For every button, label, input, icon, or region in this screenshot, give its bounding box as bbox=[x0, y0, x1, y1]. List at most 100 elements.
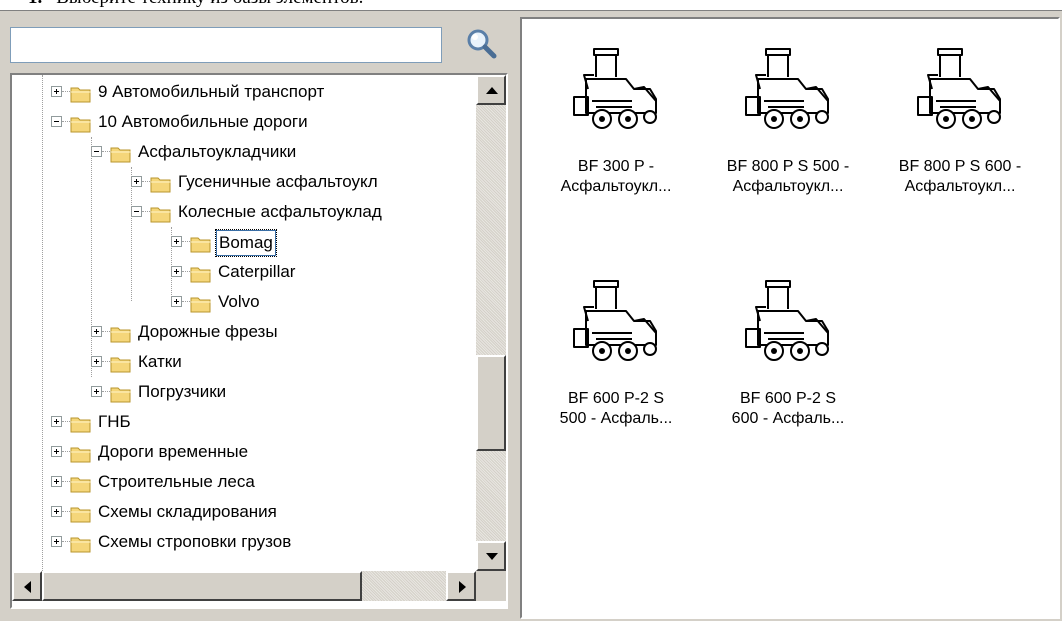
tree-node-label[interactable]: Схемы складирования bbox=[96, 497, 279, 527]
tree-node-label[interactable]: Колесные асфальтоуклад bbox=[176, 197, 384, 227]
tree-node[interactable]: 10 Автомобильные дороги bbox=[12, 107, 474, 137]
expand-icon[interactable] bbox=[51, 506, 62, 517]
expand-icon[interactable] bbox=[51, 536, 62, 547]
element-tile[interactable]: BF 600 P-2 S 500 - Асфаль... bbox=[530, 271, 702, 431]
tree-node[interactable]: Дороги временные bbox=[12, 437, 474, 467]
folder-icon bbox=[190, 293, 212, 313]
asphalt-paver-icon bbox=[573, 280, 657, 361]
expand-icon[interactable] bbox=[171, 266, 182, 277]
element-tile-label-line1: BF 800 P S 600 - bbox=[898, 158, 1022, 175]
tree-node[interactable]: Колесные асфальтоуклад bbox=[12, 197, 474, 227]
tree-node-label[interactable]: Асфальтоукладчики bbox=[136, 137, 298, 167]
expand-icon[interactable] bbox=[91, 386, 102, 397]
expand-icon[interactable] bbox=[91, 356, 102, 367]
scroll-thumb-horizontal[interactable] bbox=[42, 571, 362, 601]
tree-node[interactable]: ГНБ bbox=[12, 407, 474, 437]
tree-node[interactable]: Катки bbox=[12, 347, 474, 377]
tree-node[interactable]: 9 Автомобильный транспорт bbox=[12, 77, 474, 107]
tree-node-label[interactable]: Bomag bbox=[215, 229, 277, 257]
asphalt-paver-icon bbox=[573, 48, 657, 129]
folder-icon bbox=[70, 113, 92, 133]
tree-horizontal-scrollbar[interactable] bbox=[12, 571, 476, 601]
asphalt-paver-icon bbox=[745, 280, 829, 361]
expand-icon[interactable] bbox=[51, 86, 62, 97]
tree-node-label[interactable]: Дороги временные bbox=[96, 437, 250, 467]
element-tile-label: BF 600 P-2 S 500 - Асфаль... bbox=[530, 389, 702, 429]
tree-node-label[interactable]: Дорожные фрезы bbox=[136, 317, 280, 347]
collapse-icon[interactable] bbox=[51, 116, 62, 127]
pane-splitter[interactable] bbox=[512, 11, 520, 621]
expand-icon[interactable] bbox=[171, 296, 182, 307]
tree-node-label[interactable]: 10 Автомобильные дороги bbox=[96, 107, 310, 137]
tree-node[interactable]: Схемы складирования bbox=[12, 497, 474, 527]
tree-node[interactable]: Caterpillar bbox=[12, 257, 474, 287]
tree-node[interactable]: Гусеничные асфальтоукл bbox=[12, 167, 474, 197]
folder-icon bbox=[190, 233, 212, 253]
asphalt-paver-icon bbox=[702, 39, 874, 139]
folder-icon bbox=[150, 203, 172, 223]
scroll-thumb-vertical[interactable] bbox=[476, 355, 506, 451]
folder-icon bbox=[110, 323, 132, 343]
element-tile-label: BF 800 P S 500 - Асфальтоукл... bbox=[702, 157, 874, 197]
scrollbar-corner bbox=[476, 571, 506, 601]
scroll-right-button[interactable] bbox=[446, 571, 476, 601]
tree-vertical-scrollbar[interactable] bbox=[476, 75, 506, 571]
element-tile-label: BF 600 P-2 S 600 - Асфаль... bbox=[702, 389, 874, 429]
folder-icon bbox=[70, 473, 92, 493]
scroll-down-button[interactable] bbox=[476, 541, 506, 571]
tree-node-label[interactable]: ГНБ bbox=[96, 407, 133, 437]
expand-icon[interactable] bbox=[51, 416, 62, 427]
tree-node-label[interactable]: Caterpillar bbox=[216, 257, 297, 287]
collapse-icon[interactable] bbox=[131, 206, 142, 217]
step-text: Выберите технику из базы элементов. bbox=[56, 0, 363, 8]
collapse-icon[interactable] bbox=[91, 146, 102, 157]
tree-guide-line bbox=[131, 167, 132, 301]
tree-node[interactable]: Volvo bbox=[12, 287, 474, 317]
folder-icon bbox=[70, 83, 92, 103]
folder-icon bbox=[110, 383, 132, 403]
folder-icon bbox=[70, 503, 92, 523]
element-tile-label-line2: Асфальтоукл... bbox=[560, 178, 672, 195]
tree-node-label[interactable]: Катки bbox=[136, 347, 184, 377]
element-tile[interactable]: BF 300 P - Асфальтоукл... bbox=[530, 39, 702, 199]
asphalt-paver-icon bbox=[530, 271, 702, 371]
tree-node-label[interactable]: Гусеничные асфальтоукл bbox=[176, 167, 380, 197]
search-button[interactable] bbox=[462, 25, 502, 65]
tree-view[interactable]: 9 Автомобильный транспорт 10 Автомобильны… bbox=[12, 75, 474, 571]
expand-icon[interactable] bbox=[51, 476, 62, 487]
tree-node[interactable]: Асфальтоукладчики bbox=[12, 137, 474, 167]
tree-node-label[interactable]: 9 Автомобильный транспорт bbox=[96, 77, 326, 107]
expand-icon[interactable] bbox=[91, 326, 102, 337]
element-tile[interactable]: BF 600 P-2 S 600 - Асфаль... bbox=[702, 271, 874, 431]
element-tile-label-line1: BF 600 P-2 S bbox=[739, 390, 837, 407]
tree-node-label[interactable]: Погрузчики bbox=[136, 377, 228, 407]
element-tile-label: BF 800 P S 600 - Асфальтоукл... bbox=[874, 157, 1046, 197]
magnifier-icon bbox=[467, 29, 497, 59]
expand-icon[interactable] bbox=[51, 446, 62, 457]
folder-icon bbox=[70, 443, 92, 463]
scroll-left-button[interactable] bbox=[12, 571, 42, 601]
element-tile[interactable]: BF 800 P S 500 - Асфальтоукл... bbox=[702, 39, 874, 199]
tree-node-label[interactable]: Схемы строповки грузов bbox=[96, 527, 293, 557]
element-tile[interactable]: BF 800 P S 600 - Асфальтоукл... bbox=[874, 39, 1046, 199]
element-tile-label-line2: Асфальтоукл... bbox=[732, 178, 844, 195]
tree-node[interactable]: Дорожные фрезы bbox=[12, 317, 474, 347]
tree-node[interactable]: Схемы строповки грузов bbox=[12, 527, 474, 557]
category-tree: 9 Автомобильный транспорт 10 Автомобильны… bbox=[10, 73, 508, 609]
element-tile-label-line2: Асфальтоукл... bbox=[904, 178, 1016, 195]
tree-node-label[interactable]: Строительные леса bbox=[96, 467, 257, 497]
scroll-up-button[interactable] bbox=[476, 75, 506, 105]
tree-node[interactable]: Строительные леса bbox=[12, 467, 474, 497]
tree-node-label[interactable]: Volvo bbox=[216, 287, 262, 317]
folder-icon bbox=[70, 533, 92, 553]
search-input[interactable] bbox=[10, 27, 442, 63]
expand-icon[interactable] bbox=[131, 176, 142, 187]
expand-icon[interactable] bbox=[171, 236, 182, 247]
tree-node[interactable]: Bomag bbox=[12, 227, 474, 257]
element-library-window: 9 Автомобильный транспорт 10 Автомобильны… bbox=[0, 10, 1062, 621]
element-tile-label: BF 300 P - Асфальтоукл... bbox=[530, 157, 702, 197]
folder-icon bbox=[70, 413, 92, 433]
tree-node[interactable]: Погрузчики bbox=[12, 377, 474, 407]
folder-icon bbox=[110, 353, 132, 373]
left-pane: 9 Автомобильный транспорт 10 Автомобильны… bbox=[4, 17, 512, 611]
